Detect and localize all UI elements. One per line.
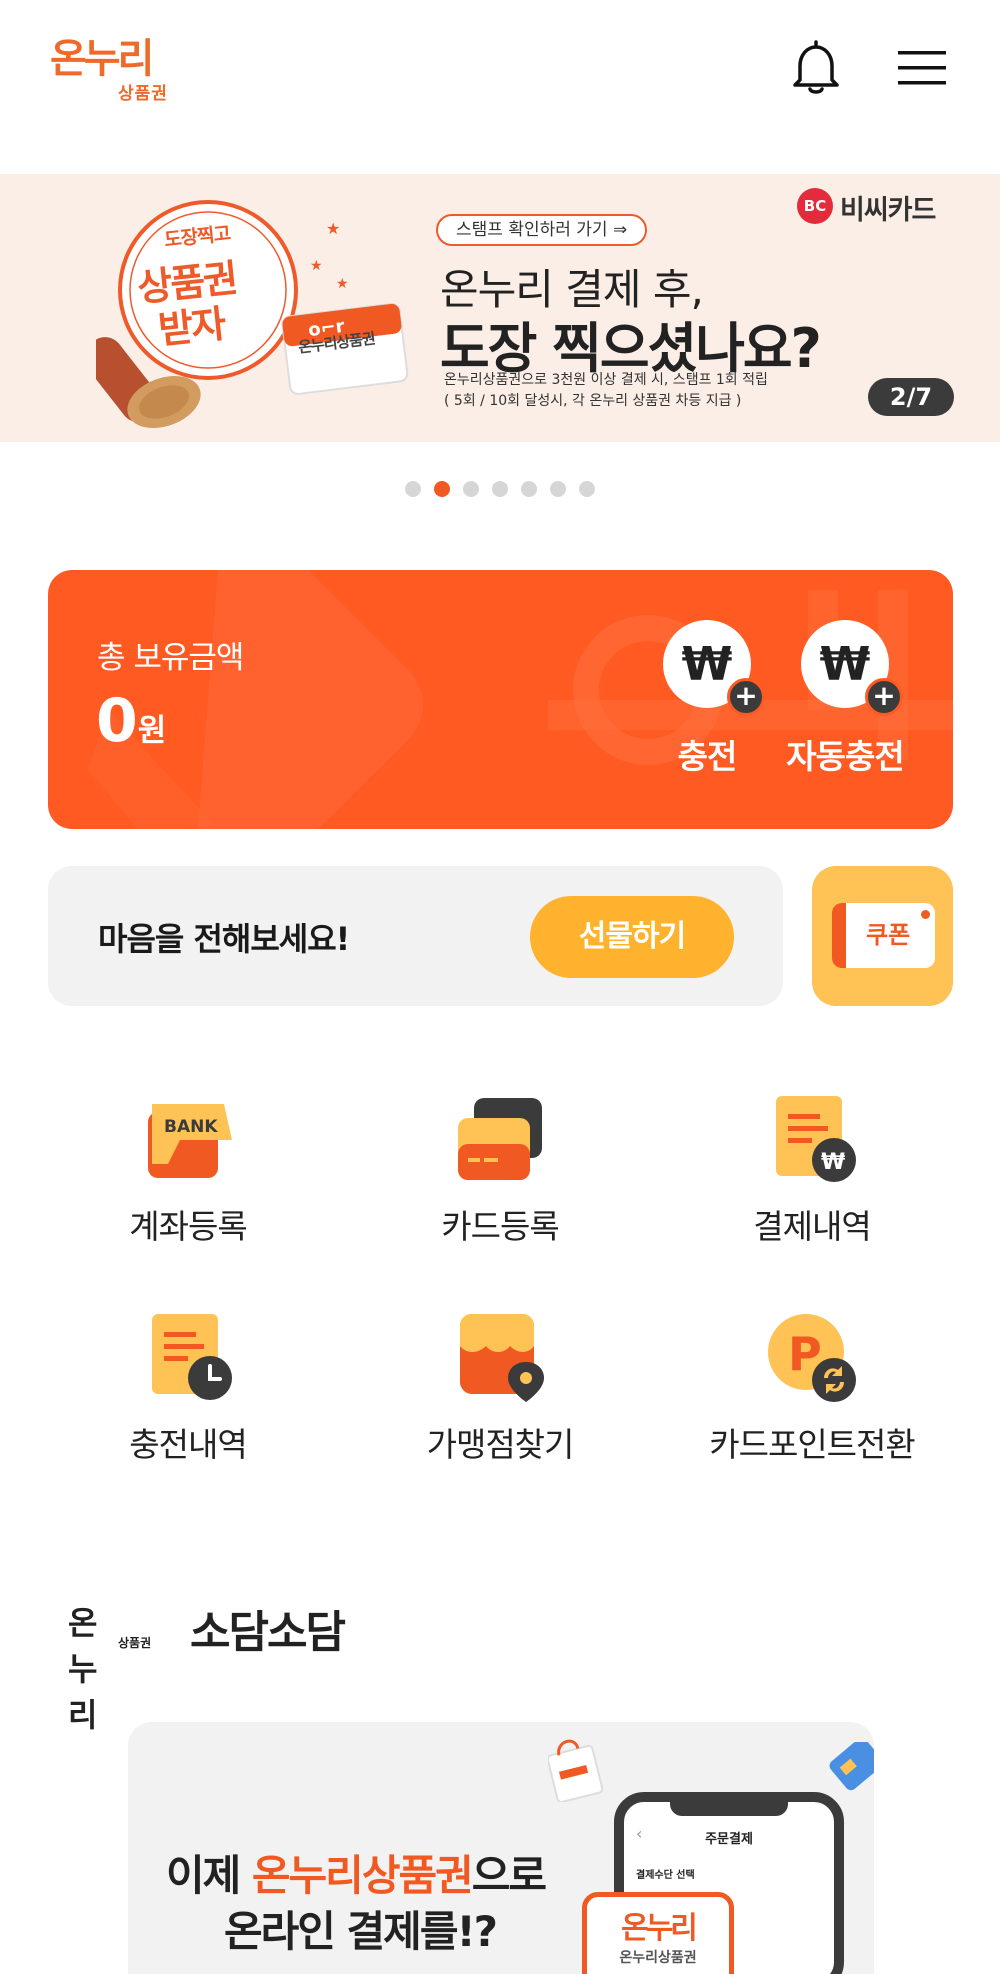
balance-card: 총 보유금액 0원 ₩ + 충전 ₩ + 자동충전 <box>48 570 953 829</box>
charge-label: 충전 <box>677 737 738 776</box>
app-header: 온누리 상품권 <box>0 0 1000 135</box>
charge-history-icon <box>152 1314 232 1400</box>
promo-banner[interactable]: ★ ★ ★ o⌐r 도장찍고 상품권 받자 온누리상품권 스탬프 확인하러 가기… <box>0 174 1000 442</box>
promo-headline-1: 이제 온누리상품권으로 <box>166 1842 547 1903</box>
pagination-dot-active[interactable] <box>434 481 450 497</box>
payment-history-icon: ₩ <box>776 1096 856 1182</box>
sodam-logo: 온누리 <box>68 1604 98 1734</box>
coupon-icon: 쿠폰 <box>832 903 935 968</box>
menu-account-register[interactable]: BANK 계좌등록 <box>58 1094 318 1274</box>
onnuri-card-graphic: 온누리 온누리상품권 <box>582 1892 734 1974</box>
promo-headline-2: 온라인 결제를!? <box>224 1907 498 1956</box>
card-decoration-icon <box>829 1742 874 1791</box>
balance-amount: 0원 <box>96 688 166 764</box>
auto-charge-button[interactable]: ₩ + 자동충전 <box>780 620 910 790</box>
menu-label: 충전내역 <box>129 1425 247 1464</box>
menu-label: 카드포인트전환 <box>709 1425 916 1464</box>
phone-screen-subtitle: 결제수단 선택 <box>636 1870 695 1881</box>
pagination-dot[interactable] <box>521 481 537 497</box>
coupon-dot <box>921 910 930 919</box>
bell-icon[interactable] <box>790 38 842 96</box>
gift-message: 마음을 전해보세요! <box>98 920 350 958</box>
menu-store-finder[interactable]: 가맹점찾기 <box>370 1312 630 1492</box>
phone-notch <box>670 1800 788 1816</box>
auto-charge-label: 자동충전 <box>786 737 904 776</box>
menu-label: 결제내역 <box>753 1207 871 1246</box>
svg-text:★: ★ <box>336 276 349 292</box>
menu-card-register[interactable]: 카드등록 <box>370 1094 630 1274</box>
balance-unit: 원 <box>137 713 167 749</box>
promo-prefix: 이제 <box>166 1851 252 1900</box>
charge-button[interactable]: ₩ + 충전 <box>642 620 772 790</box>
stamp-check-pill[interactable]: 스탬프 확인하러 가기 ⇒ <box>436 214 648 246</box>
menu-label: 계좌등록 <box>129 1207 247 1246</box>
sodam-logo-sub: 상품권 <box>118 1636 152 1650</box>
svg-text:★: ★ <box>310 258 323 274</box>
balance-value: 0 <box>96 686 138 756</box>
banner-pagination-dots[interactable] <box>0 481 1000 499</box>
stamp-illustration: ★ ★ ★ o⌐r <box>96 200 409 429</box>
logo-text: 온누리 <box>50 36 154 82</box>
promo-highlight: 온누리상품권 <box>251 1851 474 1900</box>
banner-detail-1: 온누리상품권으로 3천원 이상 결제 시, 스탬프 1회 적립 <box>444 372 768 388</box>
pagination-dot[interactable] <box>550 481 566 497</box>
promo-suffix: 으로 <box>471 1851 547 1900</box>
bank-icon-text: BANK <box>164 1117 218 1137</box>
gift-card-panel: 마음을 전해보세요! 선물하기 <box>48 866 783 1006</box>
card-logo-text: 온누리 <box>621 1911 698 1946</box>
menu-point-convert[interactable]: P 카드포인트전환 <box>682 1312 942 1492</box>
menu-label: 가맹점찾기 <box>426 1425 575 1464</box>
menu-label: 카드등록 <box>441 1207 559 1246</box>
online-payment-promo-card[interactable]: 이제 온누리상품권으로 온라인 결제를!? ‹ 주문결제 결제수단 선택 온누리… <box>128 1722 874 1974</box>
card-sub-text: 온누리상품권 <box>619 1950 697 1966</box>
store-finder-icon <box>460 1314 544 1402</box>
balance-label: 총 보유금액 <box>97 640 244 676</box>
plus-icon: + <box>865 678 903 716</box>
shopping-bag-icon <box>548 1739 604 1802</box>
svg-text:★: ★ <box>326 219 340 238</box>
gift-button[interactable]: 선물하기 <box>530 896 734 978</box>
bank-icon: BANK <box>148 1104 232 1178</box>
pagination-dot[interactable] <box>405 481 421 497</box>
coupon-button[interactable]: 쿠폰 <box>812 866 953 1006</box>
menu-payment-history[interactable]: ₩ 결제내역 <box>682 1094 942 1274</box>
hamburger-menu-icon[interactable] <box>896 48 948 88</box>
coupon-label: 쿠폰 <box>866 921 911 949</box>
phone-screen-title: 주문결제 <box>705 1832 753 1847</box>
stamp-main-text-2: 받자 <box>156 301 227 353</box>
point-convert-icon: P <box>768 1314 856 1402</box>
banner-detail-2: ( 5회 / 10회 달성시, 각 온누리 상품권 차등 지급 ) <box>444 393 742 409</box>
bc-mark: BC <box>797 188 833 224</box>
card-icon <box>458 1098 542 1180</box>
onnuri-logo[interactable]: 온누리 상품권 <box>50 34 175 104</box>
bc-card-name: 비씨카드 <box>840 195 936 226</box>
logo-sub-text: 상품권 <box>118 84 168 104</box>
pagination-dot[interactable] <box>463 481 479 497</box>
pagination-dot[interactable] <box>579 481 595 497</box>
pagination-dot[interactable] <box>492 481 508 497</box>
banner-page-indicator: 2/7 <box>868 378 954 416</box>
plus-icon: + <box>727 678 765 716</box>
svg-text:₩: ₩ <box>821 1150 845 1175</box>
menu-charge-history[interactable]: 충전내역 <box>58 1312 318 1492</box>
sodam-title: 소담소담 <box>190 1607 346 1658</box>
